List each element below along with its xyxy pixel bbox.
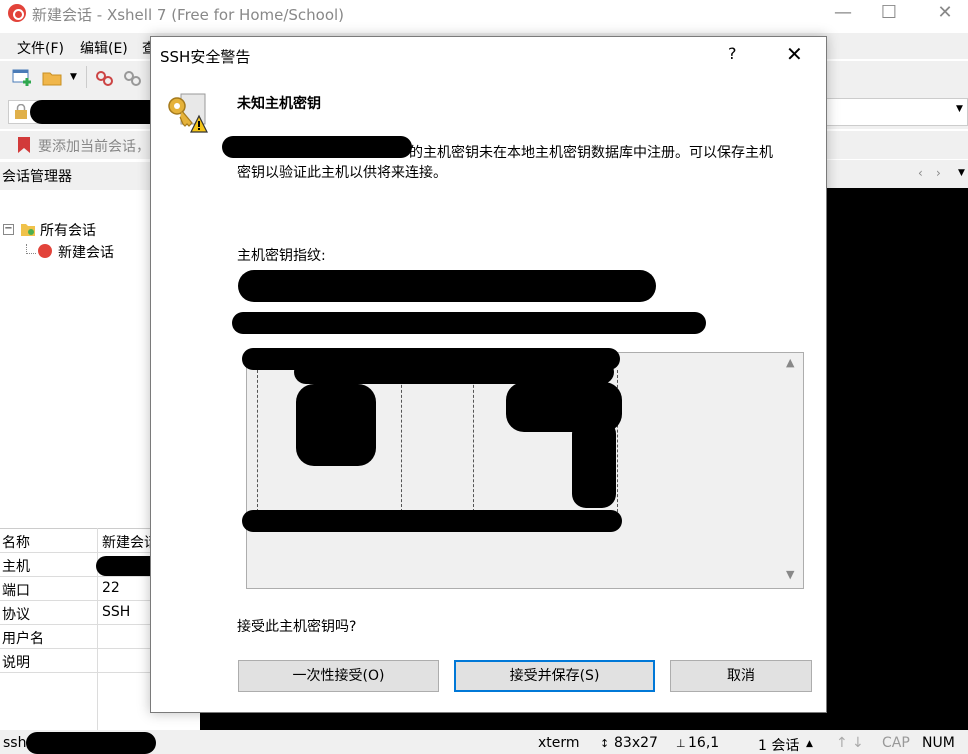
property-key: 用户名 — [2, 631, 44, 647]
property-key: 端口 — [2, 583, 30, 599]
tab-scroll-left-icon[interactable]: ‹ — [918, 166, 923, 180]
cancel-button[interactable]: 取消 — [670, 660, 812, 692]
redacted-fingerprint-line2 — [232, 312, 706, 334]
status-term-size: 83x27 — [614, 735, 658, 751]
minimize-button[interactable]: — — [820, 0, 866, 28]
maximize-button[interactable]: ☐ — [866, 0, 912, 28]
chevron-down-icon[interactable]: ▼ — [70, 72, 77, 82]
dialog-help-button[interactable]: ? — [728, 44, 737, 63]
tree-connector — [26, 244, 36, 254]
disconnect-icon[interactable] — [94, 68, 116, 88]
redacted-status-host — [26, 732, 156, 754]
property-key: 说明 — [2, 655, 30, 671]
status-cursor: 16,1 — [688, 735, 720, 751]
toolbar-divider — [86, 66, 87, 88]
terminal-tab-bar — [826, 160, 968, 188]
arrow-up-icon: ↑ — [836, 735, 848, 751]
dialog-message-line2: 密钥以验证此主机以供将来连接。 — [237, 165, 447, 181]
scroll-down-icon[interactable]: ▼ — [786, 568, 794, 581]
tree-item-all-sessions[interactable]: 所有会话 — [40, 220, 96, 240]
terminal-area[interactable] — [826, 188, 968, 730]
cursor-icon: ⊥ — [676, 737, 686, 750]
hint-text: 要添加当前会话， — [38, 139, 150, 155]
dialog-titlebar — [151, 37, 826, 74]
accept-question: 接受此主机密钥吗? — [237, 619, 357, 635]
arrow-down-icon: ↓ — [852, 735, 864, 751]
session-manager-title: 会话管理器 — [2, 169, 72, 185]
menu-file[interactable]: 文件(F) — [17, 38, 64, 58]
sessions-up-icon[interactable]: ▲ — [806, 739, 813, 749]
table-row: 名称 新建会话 — [0, 529, 158, 553]
status-term-type: xterm — [538, 735, 580, 751]
xshell-logo-icon — [8, 4, 26, 22]
randomart-border — [401, 370, 402, 512]
table-row: 协议 SSH — [0, 601, 150, 625]
link-icon[interactable] — [122, 68, 144, 88]
redacted-randomart-row — [294, 360, 614, 384]
redacted-randomart-left — [296, 384, 376, 466]
new-session-icon[interactable] — [12, 68, 34, 88]
scroll-up-icon[interactable]: ▲ — [786, 356, 794, 369]
folder-icon — [21, 224, 35, 236]
key-warning-icon — [168, 93, 208, 133]
redacted-host — [30, 100, 164, 124]
tree-collapse-icon[interactable]: − — [3, 224, 14, 235]
randomart-scrollbar[interactable] — [780, 353, 803, 588]
tab-menu-icon[interactable]: ▼ — [958, 168, 965, 178]
dialog-message-line1: 的主机密钥未在本地主机密钥数据库中注册。可以保存主机 — [409, 145, 773, 161]
status-num: NUM — [922, 735, 955, 751]
dialog-close-button[interactable]: ✕ — [786, 42, 803, 66]
redacted-randomart-bottom — [242, 510, 622, 532]
property-value: 22 — [102, 580, 120, 596]
fingerprint-label: 主机密钥指纹: — [237, 248, 326, 264]
accept-and-save-button[interactable]: 接受并保存(S) — [454, 660, 655, 692]
accept-once-button[interactable]: 一次性接受(O) — [238, 660, 439, 692]
close-window-button[interactable]: ✕ — [922, 0, 968, 28]
address-dropdown-icon[interactable]: ▼ — [956, 104, 963, 114]
table-row: 端口 22 — [0, 577, 150, 601]
open-folder-icon[interactable] — [42, 68, 66, 88]
dialog-heading: 未知主机密钥 — [237, 96, 321, 112]
status-caps: CAP — [882, 735, 910, 751]
tree-item-new-session[interactable]: 新建会话 — [58, 242, 114, 262]
status-sessions[interactable]: 1 会话 — [758, 735, 799, 754]
table-row: 说明 — [0, 649, 150, 673]
lock-icon — [15, 104, 27, 119]
session-tree — [0, 190, 150, 530]
table-row: 用户名 — [0, 625, 150, 649]
terminal-area-bottom[interactable] — [200, 712, 826, 730]
window-title: 新建会话 - Xshell 7 (Free for Home/School) — [32, 6, 345, 24]
property-key: 主机 — [2, 559, 30, 575]
redacted-hostname — [222, 136, 412, 158]
redacted-fingerprint-line1 — [238, 270, 656, 302]
bookmark-icon — [18, 137, 30, 153]
property-value: SSH — [102, 604, 131, 620]
tab-scroll-right-icon[interactable]: › — [936, 166, 941, 180]
resize-icon: ↕ — [600, 737, 610, 750]
address-dropdown[interactable] — [826, 98, 968, 126]
menu-edit[interactable]: 编辑(E) — [80, 38, 128, 58]
dialog-title: SSH安全警告 — [160, 48, 251, 66]
randomart-border — [473, 370, 474, 512]
property-key: 协议 — [2, 607, 30, 623]
randomart-border — [257, 370, 258, 512]
redacted-randomart-right-tail — [572, 420, 616, 508]
property-key: 名称 — [2, 535, 30, 551]
session-icon — [38, 244, 52, 258]
